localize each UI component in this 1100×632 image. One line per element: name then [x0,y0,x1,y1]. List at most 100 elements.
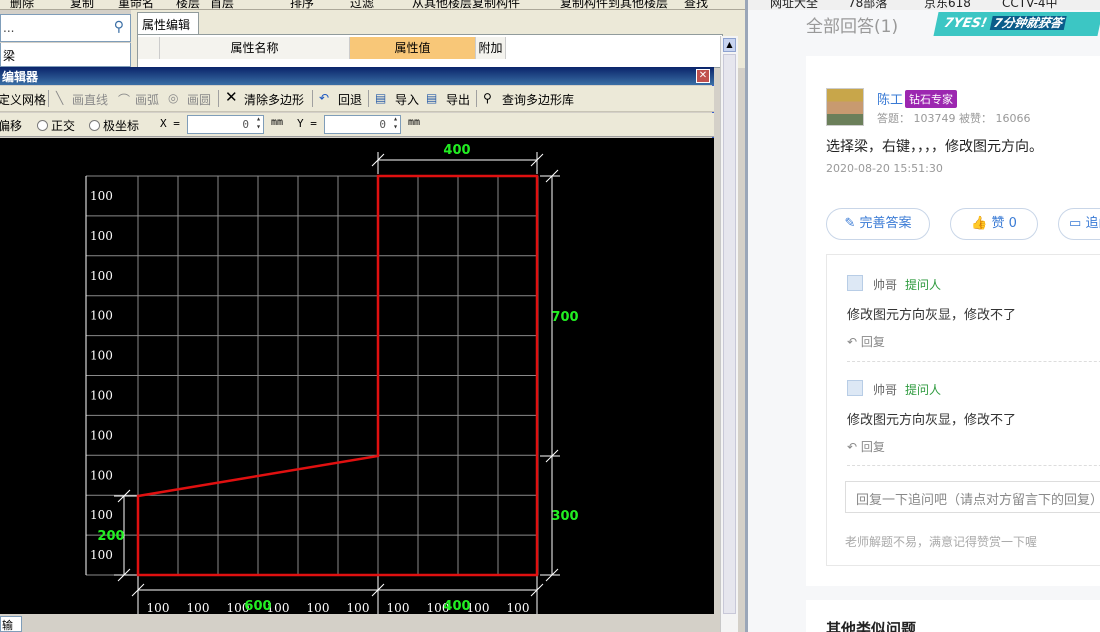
draw-circle-icon[interactable]: ◎ [168,91,178,105]
define-grid-button[interactable]: 定义网格 [0,91,46,108]
comment-icon: ▭ [1069,216,1082,231]
banner-subtext: 7分钟就获答 [989,16,1067,30]
cad-svg[interactable]: 100 100 100 100 100 100 100 100 100 100 100 100 100 1… [0,138,714,614]
user-stats: 答题： 103749 被赞： 16066 [877,112,1031,125]
offset-checkbox[interactable]: 偏移 [0,117,22,134]
dim-left: 200 [97,529,124,544]
column-header-name[interactable]: 属性名称 [160,37,350,59]
dialog-title: 编辑器 [0,67,714,85]
reply-icon: ↶ [847,440,858,454]
comment-role: 提问人 [905,383,942,397]
close-icon[interactable]: ✕ [696,69,710,83]
row-label: 100 [90,388,113,402]
banner-text: 7YES! [942,16,989,31]
column-label: 100 [307,601,330,614]
editor-toolbar: 定义网格 ╲ 画直线 ⌒ 画弧 ◎ 画圆 ✕ 清除多边形 ↶ 回退 ▤ 导入 ▤… [0,86,714,112]
like-label: 赞 0 [991,216,1017,231]
thumbs-up-icon: 👍 [971,216,988,231]
column-label: 100 [187,601,210,614]
sort-button[interactable]: 排序 [290,0,314,9]
grid-corner [138,37,160,59]
reply-label: 回复 [860,335,885,349]
browser-qa-panel: 网址大全 78部落 京东618 CCTV-4中 全部回答(1) 7YES! 7分钟… [748,0,1100,632]
divider [847,361,1100,362]
delete-button[interactable]: 删除 [10,0,34,9]
search-icon[interactable]: ⚲ [114,19,124,35]
polar-radio[interactable]: 极坐标 [89,117,139,134]
comment-text: 修改图元方向灰显，修改不了 [847,308,1017,323]
avatar[interactable] [826,88,864,126]
row-label: 100 [90,229,113,243]
row-label: 100 [90,508,113,522]
y-coordinate-input[interactable]: 0 [324,115,401,134]
row-label: 100 [90,309,113,323]
bookmark-item[interactable]: 网址大全 [770,0,818,10]
draw-arc-icon[interactable]: ⌒ [118,91,130,108]
column-header-extra[interactable]: 附加 [476,37,506,59]
vertical-scrollbar[interactable]: ▲ [720,36,738,632]
draw-line-button[interactable]: 画直线 [72,91,108,108]
orthogonal-radio[interactable]: 正交 [37,117,75,134]
copy-button[interactable]: 复制 [70,0,94,9]
like-button[interactable]: 👍 赞 0 [950,208,1038,240]
hint-text: 老师解题不易，满意记得赞赏一下喔 [845,535,1038,549]
divider [48,90,49,107]
divider [847,465,1100,466]
copy-from-floor-button[interactable]: 从其他楼层复制构件 [412,0,520,9]
improve-answer-button[interactable]: ✎ 完善答案 [826,208,930,240]
find-button[interactable]: 查找 [684,0,708,9]
floor-select[interactable]: 首层 [210,0,234,9]
rename-button[interactable]: 重命名 [118,0,154,9]
draw-line-icon[interactable]: ╲ [56,91,63,105]
improve-answer-label: 完善答案 [859,216,912,231]
dim-bottom-left: 600 [244,599,271,614]
import-button[interactable]: 导入 [395,91,419,108]
reply-input[interactable]: 回复一下追问吧（请点对方留言下的回复） [845,481,1100,513]
undo-button[interactable]: 回退 [338,91,362,108]
polygon-editor-dialog: 编辑器 ✕ 定义网格 ╲ 画直线 ⌒ 画弧 ◎ 画圆 ✕ 清除多边形 ↶ 回退 … [0,67,714,632]
list-item[interactable]: 梁 [3,47,15,64]
bookmark-item[interactable]: 京东618 [924,0,971,10]
scroll-up-icon[interactable]: ▲ [723,38,736,52]
component-list[interactable]: 梁 [0,43,131,67]
reply-label: 回复 [860,440,885,454]
query-polygon-library-button[interactable]: 查询多边形库 [502,91,574,108]
bookmark-item[interactable]: 78部落 [848,0,887,10]
row-label: 100 [90,269,113,283]
reply-icon: ↶ [847,335,858,349]
coordinate-toolbar: 偏移 正交 极坐标 X = 0 mm Y = 0 mm [0,113,714,137]
x-coordinate-input[interactable]: 0 [187,115,264,134]
tab-property-edit[interactable]: 属性编辑 [137,12,199,34]
bookmarks-bar: 网址大全 78部落 京东618 CCTV-4中 [748,0,1100,10]
search-icon[interactable]: ⚲ [483,91,492,105]
divider [218,90,219,107]
drawing-canvas[interactable]: 100 100 100 100 100 100 100 100 100 100 100 100 100 1… [0,138,714,614]
promo-banner[interactable]: 7YES! 7分钟就获答 [933,12,1100,36]
draw-circle-button[interactable]: 画圆 [187,91,211,108]
search-input[interactable]: ... ⚲ [0,14,131,42]
copy-to-floor-button[interactable]: 复制构件到其他楼层 [560,0,668,9]
y-unit: mm [408,117,421,128]
input-field[interactable]: 输入 [0,616,22,632]
comment-author[interactable]: 帅哥 [873,381,897,398]
export-button[interactable]: 导出 [446,91,470,108]
follow-up-button[interactable]: ▭ 追问 [1058,208,1100,240]
orthogonal-label: 正交 [51,119,76,133]
reply-button[interactable]: ↶ 回复 [847,333,885,350]
bookmark-item[interactable]: CCTV-4中 [1002,0,1058,10]
import-icon[interactable]: ▤ [375,91,386,105]
clear-polygon-icon[interactable]: ✕ [225,88,238,106]
divider [476,90,477,107]
avatar [847,380,863,396]
draw-arc-button[interactable]: 画弧 [135,91,159,108]
scroll-thumb[interactable] [723,54,736,614]
undo-icon[interactable]: ↶ [319,91,329,105]
export-icon[interactable]: ▤ [426,91,437,105]
reply-button[interactable]: ↶ 回复 [847,438,885,455]
comment-author[interactable]: 帅哥 [873,276,897,293]
column-header-value[interactable]: 属性值 [350,37,476,59]
row-label: 100 [90,189,113,203]
clear-polygon-button[interactable]: 清除多边形 [244,91,304,108]
user-name[interactable]: 陈工 [877,89,903,108]
filter-button[interactable]: 过滤 [350,0,374,9]
